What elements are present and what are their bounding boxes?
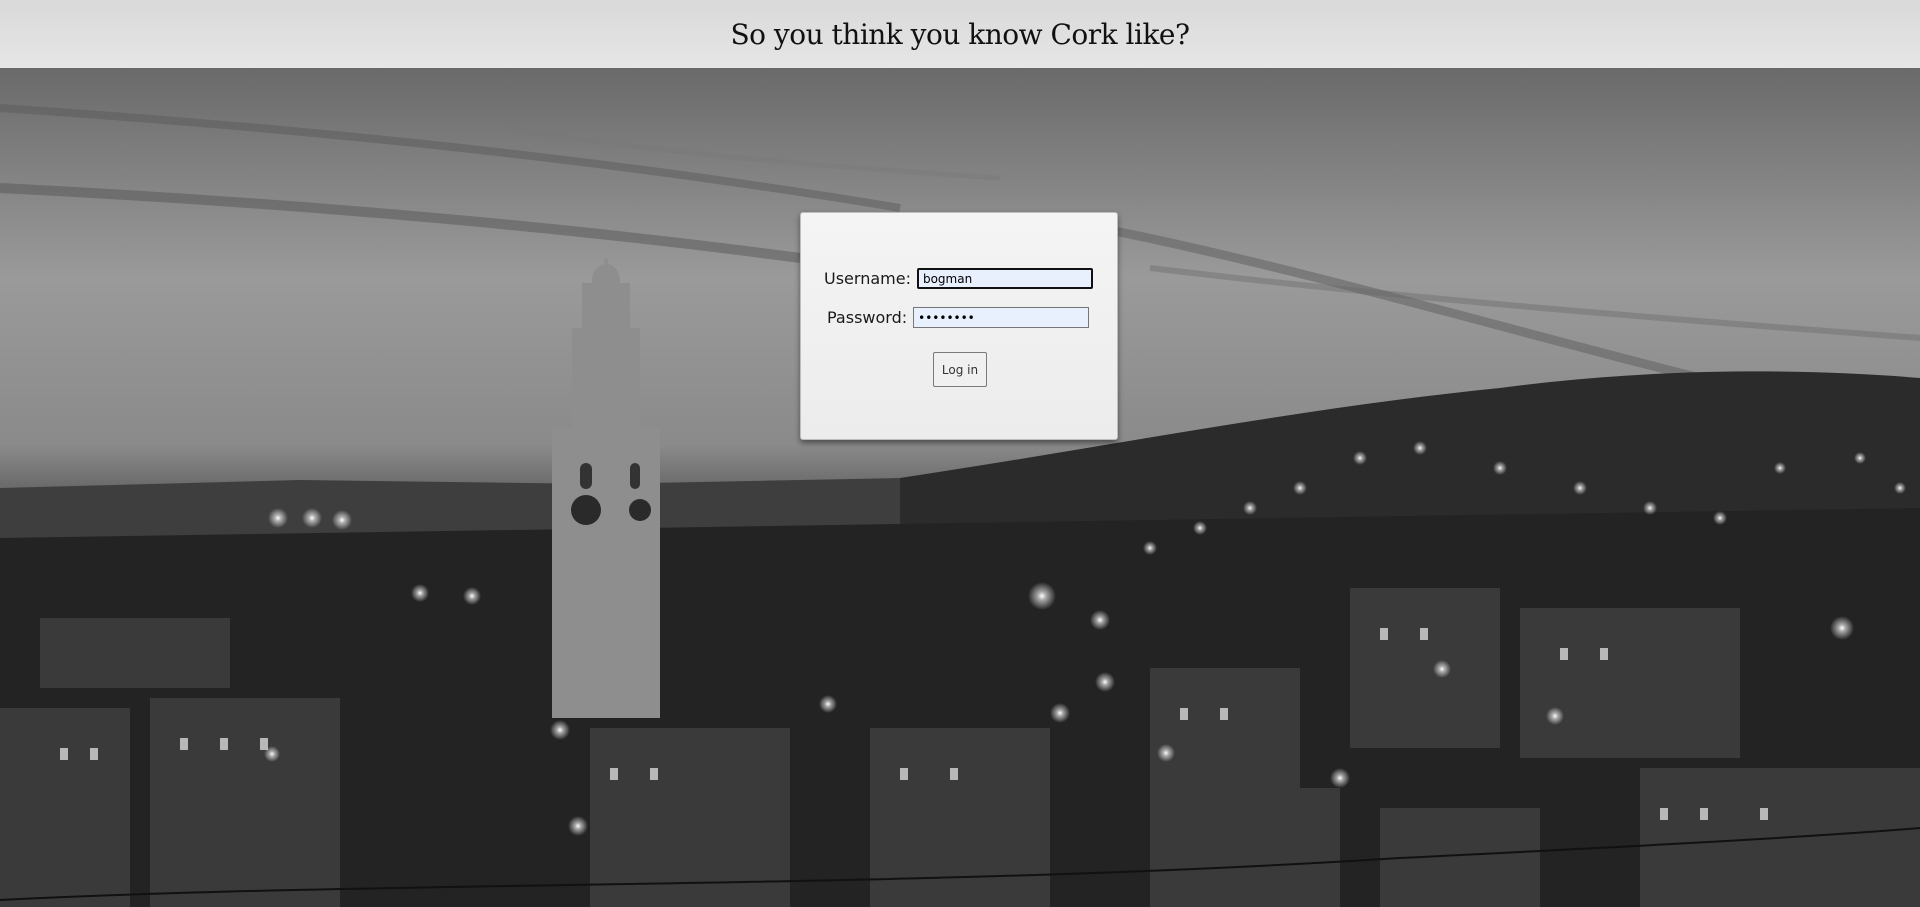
password-input[interactable] [913, 307, 1090, 328]
login-button[interactable]: Log in [933, 352, 987, 387]
login-panel: Username: Password: Log in [800, 212, 1118, 440]
page-title: So you think you know Cork like? [730, 17, 1190, 51]
username-label: Username: [824, 269, 911, 288]
username-input[interactable] [916, 268, 1093, 289]
background-cityscape-image [0, 68, 1920, 907]
page-header: So you think you know Cork like? [0, 0, 1920, 68]
password-label: Password: [827, 308, 908, 327]
username-row: Username: [824, 268, 1093, 289]
password-row: Password: [827, 307, 1090, 328]
